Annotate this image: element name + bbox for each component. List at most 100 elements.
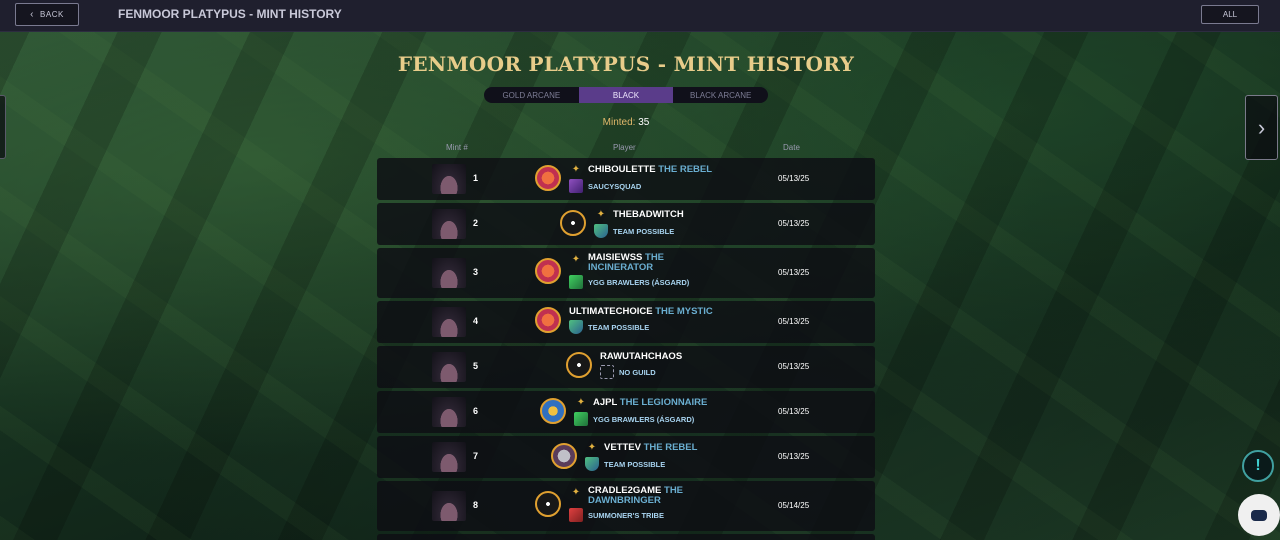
rank-icon: ✦ — [571, 487, 581, 498]
rank-icon: ✦ — [576, 397, 586, 408]
guild-name[interactable]: TEAM POSSIBLE — [604, 460, 665, 469]
guild-icon — [569, 320, 583, 334]
guild-name[interactable]: SUMMONER'S TRIBE — [588, 511, 664, 520]
card-thumbnail — [432, 442, 466, 472]
mint-number: 3 — [473, 267, 479, 277]
player-name[interactable]: ULTIMATECHOICE THE MYSTIC — [569, 306, 713, 317]
mint-date: 05/13/25 — [778, 174, 810, 183]
column-header-mint: Mint # — [446, 143, 468, 152]
guild-name[interactable]: SAUCYSQUAD — [588, 182, 641, 191]
player-title: THE — [664, 485, 684, 496]
table-row[interactable]: 3 ✦ MAISIEWSS THE INCINERATOR YGG BRAWLER… — [377, 248, 875, 298]
tab-gold-arcane[interactable]: GOLD ARCANE — [484, 87, 579, 103]
player-cell: RAWUTAHCHAOS NO GUILD — [566, 351, 682, 379]
player-cell: ✦ VETTEV THE REBEL TEAM POSSIBLE — [551, 441, 697, 471]
mint-date: 05/13/25 — [778, 452, 810, 461]
mint-date: 05/13/25 — [778, 407, 810, 416]
table-row[interactable]: 6 ✦ AJPL THE LEGIONNAIRE YGG BRAWLERS (Á… — [377, 391, 875, 433]
minted-value: 35 — [638, 117, 650, 128]
avatar — [551, 443, 577, 469]
card-thumbnail — [432, 491, 466, 521]
no-guild-icon — [600, 365, 614, 379]
guild-name[interactable]: TEAM POSSIBLE — [613, 227, 674, 236]
mint-number: 7 — [473, 451, 479, 461]
table-row[interactable]: 2 ✦ THEBADWITCH TEAM POSSIBLE 05/13/25 — [377, 203, 875, 245]
chevron-right-icon: › — [1257, 114, 1266, 140]
tab-black-arcane[interactable]: BLACK ARCANE — [673, 87, 768, 103]
table-row[interactable]: 5 RAWUTAHCHAOS NO GUILD 05/13/25 — [377, 346, 875, 388]
rank-icon: ✦ — [596, 209, 606, 220]
avatar — [535, 307, 561, 333]
player-name[interactable]: THEBADWITCH — [613, 209, 684, 220]
mint-date: 05/13/25 — [778, 268, 810, 277]
player-name[interactable]: CRADLE2GAME THE DAWNBRINGER — [588, 486, 683, 506]
back-label: BACK — [40, 10, 64, 19]
top-bar: ‹ BACK FENMOOR PLATYPUS - MINT HISTORY A… — [0, 0, 1280, 32]
exclamation-icon: ! — [1255, 457, 1261, 474]
player-title: THE REBEL — [658, 164, 713, 175]
chat-icon — [1251, 509, 1267, 521]
top-bar-title: FENMOOR PLATYPUS - MINT HISTORY — [118, 7, 342, 21]
player-name[interactable]: VETTEV THE REBEL — [604, 442, 697, 453]
guild-icon — [585, 457, 599, 471]
rank-icon: ✦ — [587, 442, 597, 453]
guild-icon — [594, 224, 608, 238]
mint-date: 05/14/25 — [778, 501, 810, 510]
table-row[interactable]: 4 ULTIMATECHOICE THE MYSTIC TEAM POSSIBL… — [377, 301, 875, 343]
all-button[interactable]: ALL — [1201, 5, 1259, 24]
avatar — [560, 210, 586, 236]
column-header-player: Player — [613, 143, 636, 152]
avatar — [535, 258, 561, 284]
avatar — [540, 398, 566, 424]
guild-name: NO GUILD — [619, 367, 656, 377]
mint-number: 1 — [473, 173, 479, 183]
card-thumbnail — [432, 209, 466, 239]
page-title: FENMOOR PLATYPUS - MINT HISTORY — [397, 52, 855, 76]
rank-icon: ✦ — [571, 254, 581, 265]
back-button[interactable]: ‹ BACK — [15, 3, 79, 26]
card-thumbnail — [432, 352, 466, 382]
avatar — [566, 352, 592, 378]
column-header-date: Date — [783, 143, 800, 152]
mint-number: 5 — [473, 361, 479, 371]
table-row[interactable] — [377, 534, 875, 540]
table-row[interactable]: 1 ✦ CHIBOULETTE THE REBEL SAUCYSQUAD 05/… — [377, 158, 875, 200]
player-name[interactable]: RAWUTAHCHAOS — [600, 351, 682, 362]
guild-icon — [569, 275, 583, 289]
guild-icon — [574, 412, 588, 426]
alert-button[interactable]: ! — [1242, 450, 1274, 482]
guild-name[interactable]: YGG BRAWLERS (ÁSGARD) — [588, 278, 689, 287]
player-name[interactable]: MAISIEWSS THE INCINERATOR — [588, 253, 664, 273]
table-row[interactable]: 8 ✦ CRADLE2GAME THE DAWNBRINGER SUMMONER'… — [377, 481, 875, 531]
tab-black[interactable]: BLACK — [578, 87, 674, 103]
chevron-left-icon: ‹ — [30, 9, 35, 20]
player-cell: ✦ AJPL THE LEGIONNAIRE YGG BRAWLERS (ÁSG… — [540, 396, 707, 426]
mint-number: 8 — [473, 500, 479, 510]
mint-number: 2 — [473, 218, 479, 228]
mint-date: 05/13/25 — [778, 362, 810, 371]
avatar — [535, 491, 561, 517]
player-name[interactable]: AJPL THE LEGIONNAIRE — [593, 397, 707, 408]
minted-count: Minted: 35 — [0, 117, 1252, 128]
player-title: THE LEGIONNAIRE — [619, 397, 708, 408]
mint-number: 4 — [473, 316, 479, 326]
card-thumbnail — [432, 164, 466, 194]
guild-icon — [569, 179, 583, 193]
guild-name[interactable]: YGG BRAWLERS (ÁSGARD) — [593, 415, 694, 424]
mint-number: 6 — [473, 406, 479, 416]
card-thumbnail — [432, 307, 466, 337]
guild-icon — [569, 508, 583, 522]
player-title: THE REBEL — [643, 442, 698, 453]
edition-tabs: GOLD ARCANE BLACK BLACK ARCANE — [484, 87, 768, 103]
player-cell: ✦ CHIBOULETTE THE REBEL SAUCYSQUAD — [535, 163, 712, 193]
table-row[interactable]: 7 ✦ VETTEV THE REBEL TEAM POSSIBLE 05/13… — [377, 436, 875, 478]
player-cell: ULTIMATECHOICE THE MYSTIC TEAM POSSIBLE — [535, 306, 713, 334]
guild-name[interactable]: TEAM POSSIBLE — [588, 323, 649, 332]
card-thumbnail — [432, 397, 466, 427]
mint-date: 05/13/25 — [778, 317, 810, 326]
player-cell: ✦ CRADLE2GAME THE DAWNBRINGER SUMMONER'S … — [535, 486, 683, 522]
player-name[interactable]: CHIBOULETTE THE REBEL — [588, 164, 712, 175]
player-cell: ✦ MAISIEWSS THE INCINERATOR YGG BRAWLERS … — [535, 253, 689, 289]
player-title: THE MYSTIC — [655, 306, 713, 317]
chat-button[interactable] — [1238, 494, 1280, 536]
